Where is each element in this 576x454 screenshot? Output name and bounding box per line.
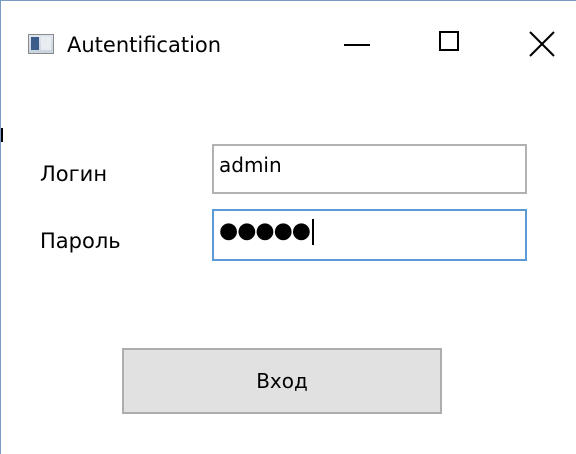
title-bar[interactable]: Autentification — [1, 1, 576, 87]
auth-window: Autentification Логин admin Пароль ●●●●●… — [0, 0, 576, 454]
app-window-icon — [28, 34, 54, 54]
window-title: Autentification — [67, 33, 222, 57]
login-label: Логин — [40, 162, 108, 186]
close-icon — [529, 31, 555, 57]
maximize-icon — [439, 31, 459, 51]
password-label: Пароль — [40, 229, 121, 253]
minimize-icon — [344, 44, 370, 46]
maximize-button[interactable] — [419, 15, 481, 73]
login-input[interactable]: admin — [212, 144, 527, 194]
text-caret — [311, 218, 314, 245]
minimize-button[interactable] — [326, 15, 388, 73]
close-button[interactable] — [511, 15, 573, 73]
login-input-value: admin — [219, 153, 282, 177]
window-edge-mark — [1, 128, 3, 142]
login-button[interactable]: Вход — [122, 348, 442, 414]
password-mask: ●●●●● — [219, 218, 311, 244]
password-input[interactable]: ●●●●● — [212, 209, 527, 261]
